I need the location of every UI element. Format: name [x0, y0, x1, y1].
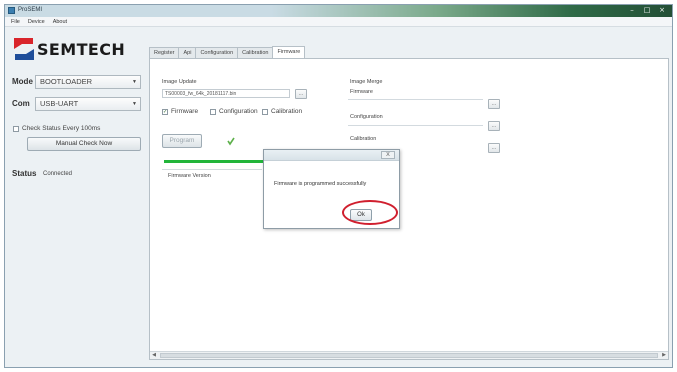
left-panel: SEMTECH Mode BOOTLOADER ▼ Com USB-UART ▼…	[9, 29, 145, 359]
chevron-down-icon: ▼	[132, 79, 137, 85]
close-button[interactable]: ×	[656, 6, 668, 15]
program-progress-bar	[164, 160, 264, 163]
firmware-version-label: Firmware Version	[168, 173, 211, 179]
scroll-left-icon[interactable]: ◀	[150, 352, 158, 359]
menu-about[interactable]: About	[53, 19, 67, 25]
firmware-checkbox[interactable]: ✓	[162, 108, 168, 115]
title-bar[interactable]: ProSEMI – □ ×	[5, 5, 672, 17]
mode-select[interactable]: BOOTLOADER ▼	[35, 75, 141, 89]
ok-highlight-circle	[342, 200, 398, 225]
tab-api[interactable]: Api	[178, 47, 197, 58]
com-label: Com	[12, 99, 30, 108]
merge-calibration-browse-button[interactable]: ...	[488, 143, 500, 153]
calibration-checkbox-label: Calibration	[271, 108, 303, 115]
merge-configuration-divider	[348, 125, 483, 126]
mode-select-value: BOOTLOADER	[40, 77, 93, 86]
merge-firmware-browse-button[interactable]: ...	[488, 99, 500, 109]
status-label: Status	[12, 169, 37, 178]
app-icon	[8, 7, 15, 14]
firmware-checkbox-label: Firmware	[171, 108, 199, 115]
menu-bar: File Device About	[5, 17, 672, 27]
status-value: Connected	[43, 171, 73, 177]
scroll-thumb[interactable]	[160, 353, 658, 358]
configuration-checkbox[interactable]	[210, 108, 216, 115]
check-status-row: Check Status Every 100ms	[13, 125, 100, 132]
dialog-message: Firmware is programmed successfully	[274, 181, 367, 187]
firmware-panel: Image Update TS00003_fw_64k_20181117.bin…	[149, 58, 669, 360]
manual-check-button[interactable]: Manual Check Now	[27, 137, 141, 151]
divider	[162, 169, 262, 170]
dialog-close-button[interactable]: X	[381, 151, 395, 159]
com-select[interactable]: USB-UART ▼	[35, 97, 141, 111]
chevron-down-icon: ▼	[132, 101, 137, 107]
image-update-label: Image Update	[162, 79, 197, 85]
check-status-label: Check Status Every 100ms	[22, 125, 101, 132]
dialog-title-bar[interactable]: X	[264, 150, 399, 161]
scroll-right-icon[interactable]: ▶	[660, 352, 668, 359]
tab-firmware[interactable]: Firmware	[272, 46, 306, 58]
configuration-checkbox-label: Configuration	[219, 108, 258, 115]
image-file-field[interactable]: TS00003_fw_64k_20181117.bin	[162, 89, 290, 98]
restore-button[interactable]: □	[641, 6, 653, 15]
com-select-value: USB-UART	[40, 99, 79, 108]
semtech-logo-icon	[14, 38, 34, 60]
menu-file[interactable]: File	[11, 19, 20, 25]
checkbox-calibration-row: Calibration	[262, 108, 302, 115]
success-icon	[227, 137, 235, 146]
menu-device[interactable]: Device	[28, 19, 45, 25]
check-status-checkbox[interactable]	[13, 125, 19, 132]
merge-configuration-label: Configuration	[350, 114, 383, 120]
tab-calibration[interactable]: Calibration	[237, 47, 274, 58]
merge-configuration-browse-button[interactable]: ...	[488, 121, 500, 131]
window-controls: – □ ×	[626, 6, 668, 15]
image-browse-button[interactable]: ...	[295, 89, 307, 99]
merge-calibration-label: Calibration	[350, 136, 377, 142]
semtech-logo: SEMTECH	[13, 35, 143, 63]
merge-firmware-divider	[348, 99, 483, 100]
minimize-button[interactable]: –	[626, 6, 638, 15]
horizontal-scrollbar[interactable]: ◀ ▶	[150, 351, 668, 359]
mode-label: Mode	[12, 77, 33, 86]
app-window: ProSEMI – □ × File Device About SEMTECH …	[4, 4, 673, 368]
window-title: ProSEMI	[18, 7, 43, 13]
checkbox-configuration-row: Configuration	[210, 108, 258, 115]
checkbox-firmware-row: ✓ Firmware	[162, 108, 198, 115]
program-button[interactable]: Program	[162, 134, 202, 148]
calibration-checkbox[interactable]	[262, 108, 268, 115]
tab-register[interactable]: Register	[149, 47, 180, 58]
tab-configuration[interactable]: Configuration	[195, 47, 239, 58]
image-merge-label: Image Merge	[350, 79, 383, 85]
merge-firmware-label: Firmware	[350, 89, 373, 95]
logo-text: SEMTECH	[37, 39, 126, 59]
